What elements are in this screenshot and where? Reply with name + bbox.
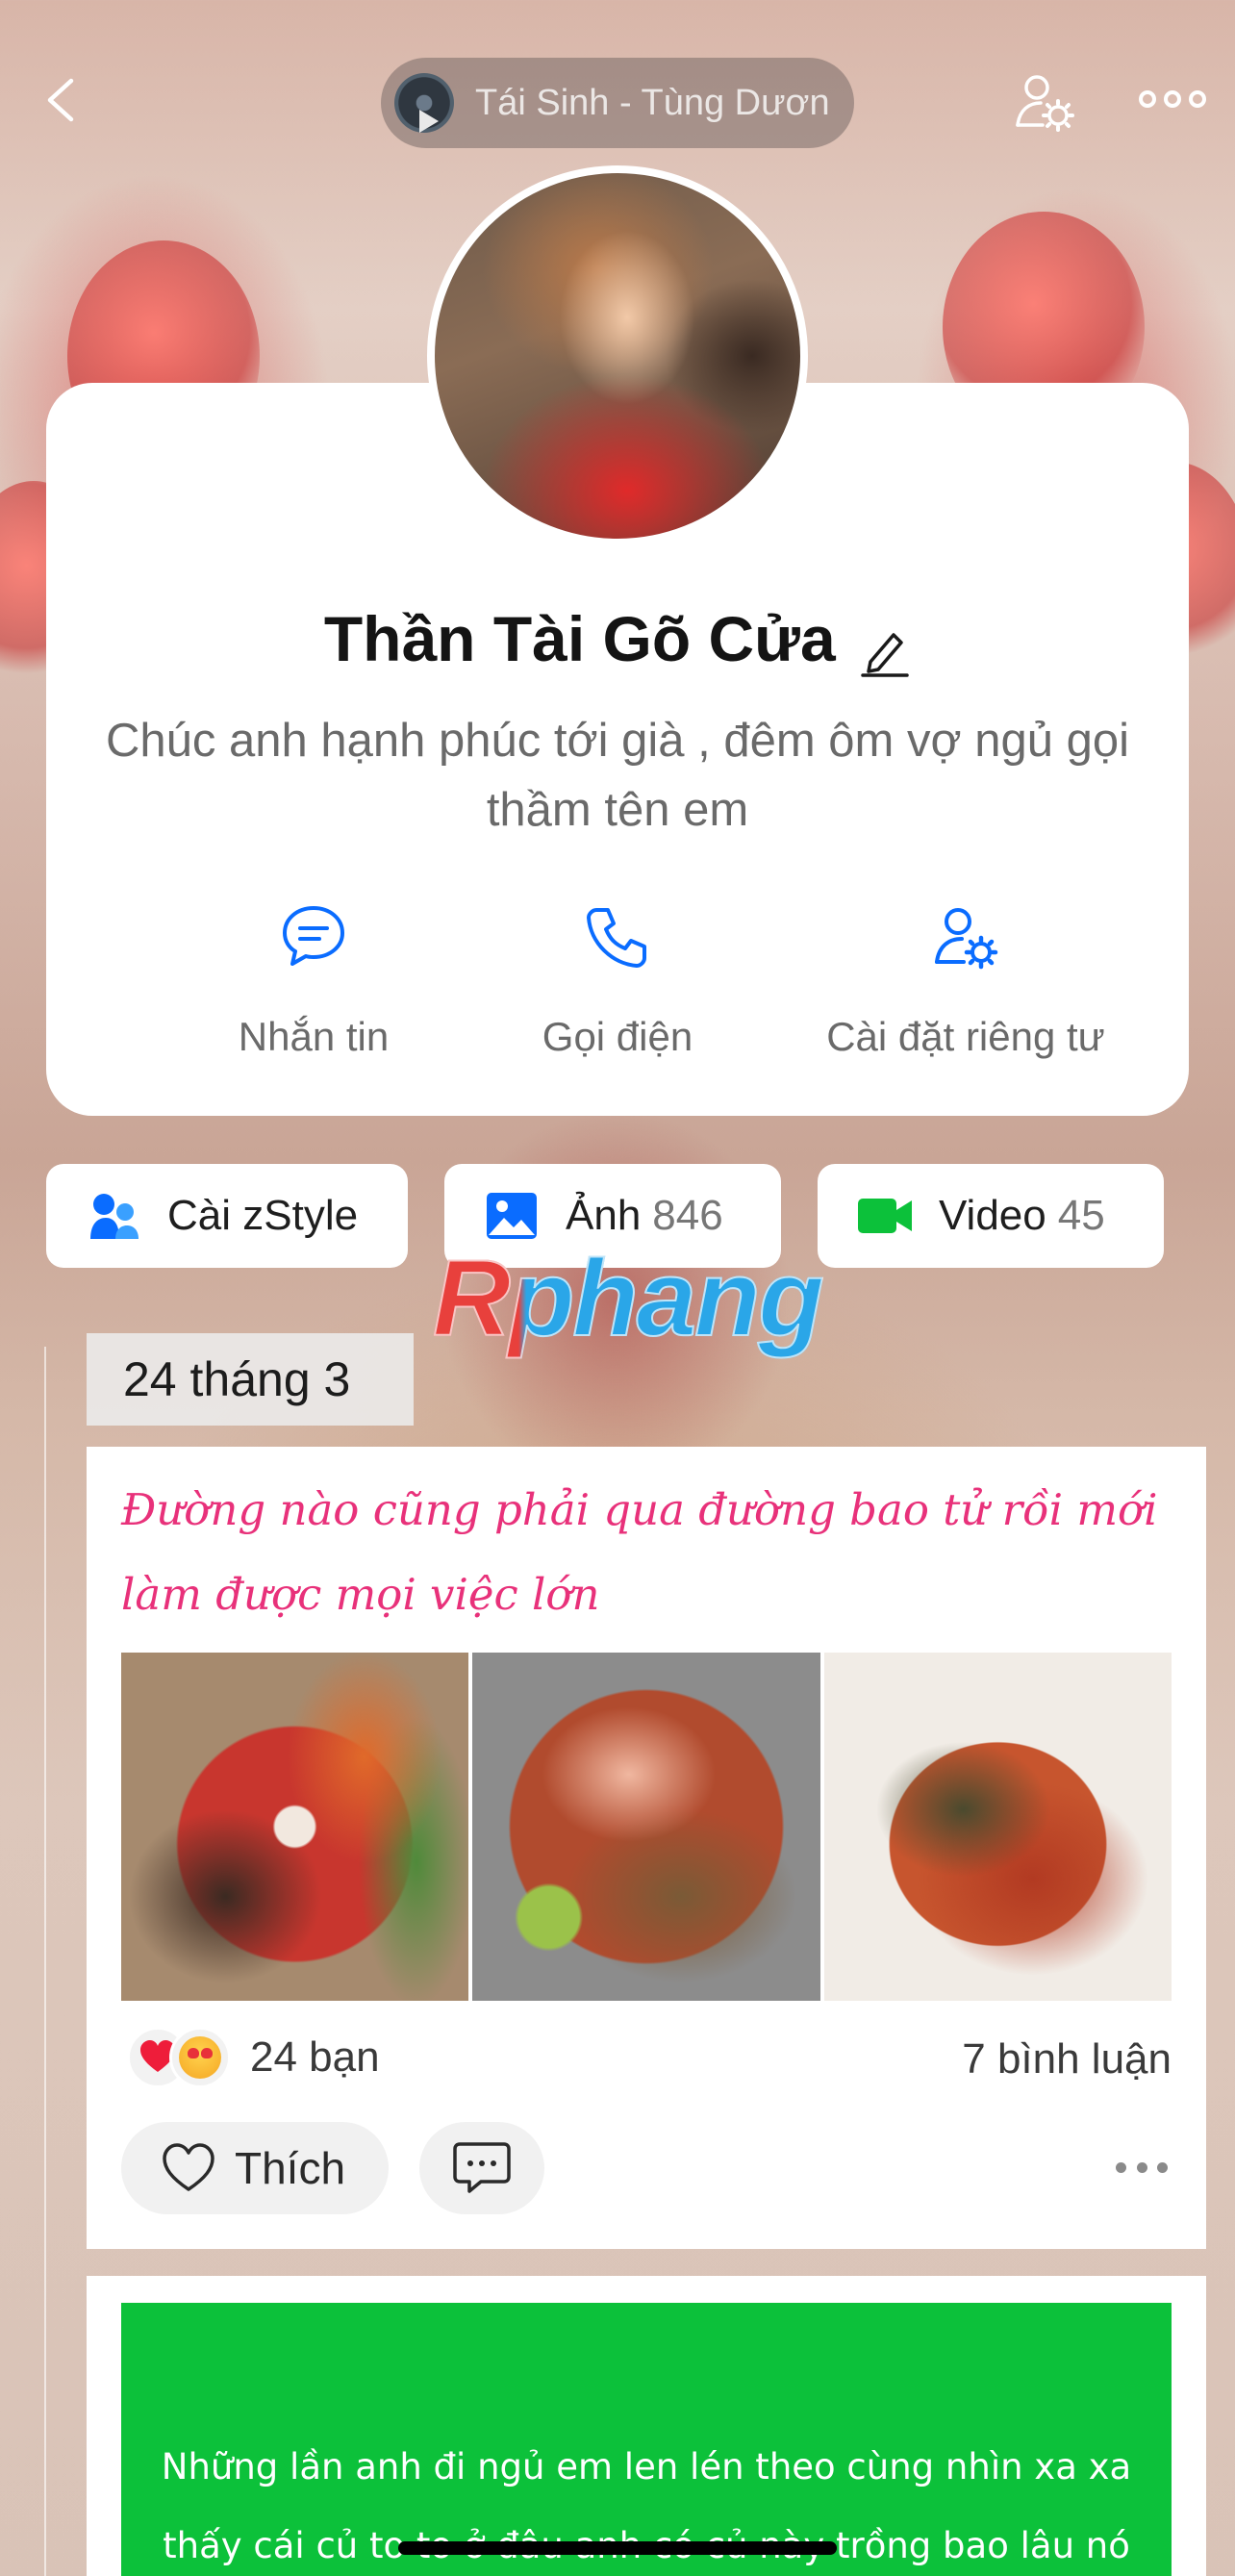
like-label: Thích bbox=[235, 2143, 346, 2193]
post-photo[interactable] bbox=[472, 1653, 820, 2001]
top-bar: Tái Sinh - Tùng Dươn bbox=[0, 54, 1235, 150]
post-more-icon[interactable] bbox=[1116, 2162, 1168, 2174]
comment-icon bbox=[453, 2142, 511, 2193]
phone-icon bbox=[587, 908, 646, 968]
chevron-left-icon[interactable] bbox=[37, 73, 90, 127]
play-icon bbox=[419, 110, 439, 133]
message-action-label: Nhắn tin bbox=[238, 1014, 390, 1059]
videos-label: Video bbox=[939, 1192, 1046, 1239]
zstyle-icon bbox=[90, 1194, 139, 1239]
photos-count: 846 bbox=[652, 1192, 723, 1239]
post-photo[interactable] bbox=[121, 1653, 469, 2001]
watermark-logo: Rphang bbox=[432, 1237, 825, 1359]
reaction-count: 24 bạn bbox=[250, 2033, 380, 2081]
photos-label: Ảnh bbox=[566, 1192, 642, 1239]
user-gear-icon bbox=[935, 908, 998, 970]
timeline-line bbox=[44, 1347, 46, 2576]
now-playing-title: Tái Sinh - Tùng Dươn bbox=[475, 82, 830, 123]
message-action[interactable]: Nhắn tin bbox=[140, 902, 487, 1060]
privacy-settings-action[interactable]: Cài đặt riêng tư bbox=[793, 902, 1139, 1060]
post-card[interactable]: Những lần anh đi ngủ em len lén theo cùn… bbox=[87, 2276, 1206, 2576]
chat-bubble-icon bbox=[283, 906, 344, 966]
comment-count[interactable]: 7 bình luận bbox=[962, 2035, 1172, 2084]
more-horizontal-icon[interactable] bbox=[1139, 90, 1206, 114]
pencil-edit-icon[interactable] bbox=[859, 625, 911, 677]
post-text: Đường nào cũng phải qua đường bao tử rồi… bbox=[121, 1484, 1158, 1620]
videos-tab[interactable]: Video 45 bbox=[818, 1164, 1164, 1268]
profile-name-row: Thần Tài Gõ Cửa bbox=[46, 602, 1189, 683]
timeline-date: 24 tháng 3 bbox=[87, 1333, 414, 1426]
call-action[interactable]: Gọi điện bbox=[444, 902, 791, 1060]
profile-actions: Nhắn tin Gọi điện Cài đặt riêng tư bbox=[46, 902, 1189, 1075]
text-post-banner: Những lần anh đi ngủ em len lén theo cùn… bbox=[121, 2303, 1172, 2576]
zstyle-label: Cài zStyle bbox=[167, 1192, 359, 1239]
music-disc-icon bbox=[394, 73, 454, 133]
video-camera-icon bbox=[858, 1199, 912, 1233]
avatar[interactable] bbox=[427, 165, 808, 546]
user-gear-icon[interactable] bbox=[1014, 71, 1077, 135]
home-indicator bbox=[398, 2541, 837, 2555]
call-action-label: Gọi điện bbox=[542, 1014, 693, 1059]
heart-outline-icon bbox=[163, 2143, 214, 2191]
videos-count: 45 bbox=[1057, 1192, 1105, 1239]
post-photo-grid bbox=[121, 1653, 1172, 2001]
profile-status: Chúc anh hạnh phúc tới già , đêm ôm vợ n… bbox=[106, 715, 1129, 836]
post-card[interactable]: Đường nào cũng phải qua đường bao tử rồi… bbox=[87, 1447, 1206, 2249]
comment-button[interactable] bbox=[419, 2122, 544, 2214]
privacy-settings-label: Cài đặt riêng tư bbox=[826, 1014, 1105, 1059]
now-playing-pill[interactable]: Tái Sinh - Tùng Dươn bbox=[381, 58, 854, 148]
heart-eyes-reaction-icon bbox=[169, 2027, 231, 2088]
zstyle-button[interactable]: Cài zStyle bbox=[46, 1164, 408, 1268]
like-button[interactable]: Thích bbox=[121, 2122, 389, 2214]
profile-name: Thần Tài Gõ Cửa bbox=[323, 603, 836, 674]
post-photo[interactable] bbox=[823, 1653, 1172, 2001]
reaction-summary[interactable]: 24 bạn bbox=[127, 2024, 380, 2091]
